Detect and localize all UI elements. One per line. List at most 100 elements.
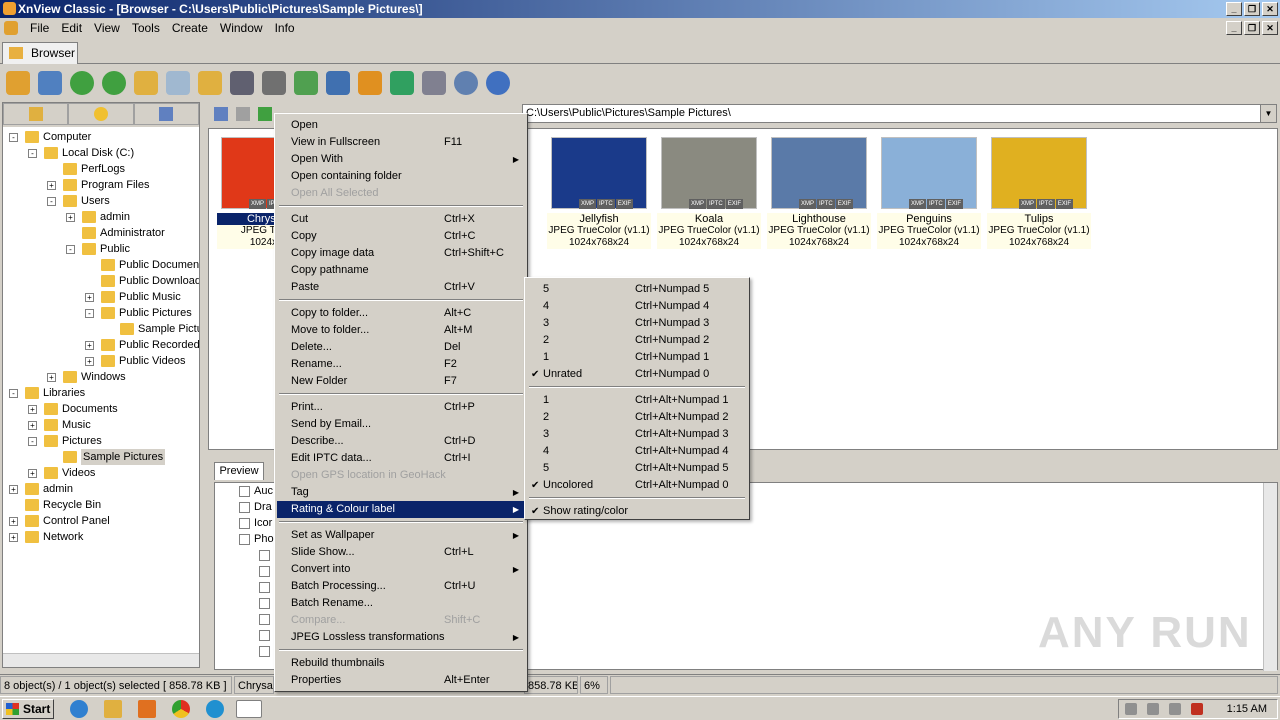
submenu-item[interactable]: ✔ Unrated Ctrl+Numpad 0 — [527, 366, 747, 383]
tree-node[interactable]: - Public — [3, 241, 199, 257]
tree-node[interactable]: + Program Files — [3, 177, 199, 193]
menu-view[interactable]: View — [88, 21, 126, 35]
tree-node[interactable]: + Network — [3, 529, 199, 545]
collapse-icon[interactable]: - — [9, 389, 18, 398]
network-icon[interactable] — [390, 71, 414, 95]
context-menu-item[interactable]: Send by Email... — [277, 416, 525, 433]
context-menu-item[interactable]: Open With ▶ — [277, 151, 525, 168]
expand-icon[interactable]: + — [47, 181, 56, 190]
context-menu-item[interactable]: Copy image data Ctrl+Shift+C — [277, 245, 525, 262]
tree-node[interactable]: - Computer — [3, 129, 199, 145]
tree-node[interactable]: - Public Pictures — [3, 305, 199, 321]
app-menu-icon[interactable] — [4, 21, 18, 35]
volume-icon[interactable] — [1125, 703, 1137, 715]
copy-icon[interactable] — [166, 71, 190, 95]
context-menu-item[interactable]: Convert into ▶ — [277, 561, 525, 578]
submenu-item[interactable]: 4 Ctrl+Numpad 4 — [527, 298, 747, 315]
close-button[interactable]: ✕ — [1262, 2, 1278, 16]
context-menu-item[interactable]: Print... Ctrl+P — [277, 399, 525, 416]
expand-icon[interactable]: + — [85, 357, 94, 366]
tab-preview[interactable]: Preview — [214, 462, 264, 480]
xnview-task-icon[interactable] — [236, 700, 262, 718]
chevron-down-icon[interactable]: ▼ — [1260, 105, 1276, 122]
tab-favorites[interactable] — [68, 103, 134, 125]
move-icon[interactable] — [198, 71, 222, 95]
collapse-icon[interactable]: - — [47, 197, 56, 206]
menu-file[interactable]: File — [24, 21, 55, 35]
fullscreen-icon[interactable] — [38, 71, 62, 95]
tree-node[interactable]: + Windows — [3, 369, 199, 385]
tree-node[interactable]: - Local Disk (C:) — [3, 145, 199, 161]
folder-up-icon[interactable] — [134, 71, 158, 95]
info-vertical-scrollbar[interactable] — [1263, 483, 1277, 671]
flag-icon[interactable] — [1169, 703, 1181, 715]
context-menu-item[interactable]: Copy pathname — [277, 262, 525, 279]
tree-node[interactable]: - Pictures — [3, 433, 199, 449]
menu-window[interactable]: Window — [214, 21, 269, 35]
media-player-icon[interactable] — [138, 700, 156, 718]
submenu-item[interactable]: ✔ Uncolored Ctrl+Alt+Numpad 0 — [527, 477, 747, 494]
info-icon[interactable] — [486, 71, 510, 95]
tree-horizontal-scrollbar[interactable] — [3, 653, 199, 667]
network-tray-icon[interactable] — [1147, 703, 1159, 715]
tree-node[interactable]: PerfLogs — [3, 161, 199, 177]
submenu-item[interactable]: 1 Ctrl+Alt+Numpad 1 — [527, 392, 747, 409]
context-menu-item[interactable]: Copy to folder... Alt+C — [277, 305, 525, 322]
context-menu-item[interactable]: Tag ▶ — [277, 484, 525, 501]
context-menu-item[interactable]: Move to folder... Alt+M — [277, 322, 525, 339]
tree-node[interactable]: + admin — [3, 209, 199, 225]
context-menu-item[interactable]: Set as Wallpaper ▶ — [277, 527, 525, 544]
forward-icon[interactable] — [236, 107, 250, 121]
slideshow-icon[interactable] — [294, 71, 318, 95]
context-menu-item[interactable]: Open — [277, 117, 525, 134]
thumbnail-item[interactable]: XMP IPTC EXIF Tulips JPEG TrueColor (v1.1) 10… — [987, 133, 1091, 249]
submenu-item[interactable]: 4 Ctrl+Alt+Numpad 4 — [527, 443, 747, 460]
tree-node[interactable]: - Users — [3, 193, 199, 209]
submenu-item[interactable]: 2 Ctrl+Alt+Numpad 2 — [527, 409, 747, 426]
tree-node[interactable]: + Public Videos — [3, 353, 199, 369]
collapse-icon[interactable]: - — [28, 149, 37, 158]
submenu-item[interactable]: 2 Ctrl+Numpad 2 — [527, 332, 747, 349]
wallpaper-icon[interactable] — [358, 71, 382, 95]
expand-icon[interactable]: + — [47, 373, 56, 382]
context-menu-item[interactable]: JPEG Lossless transformations ▶ — [277, 629, 525, 646]
collapse-icon[interactable]: - — [9, 133, 18, 142]
path-input[interactable]: C:\Users\Public\Pictures\Sample Pictures… — [522, 104, 1277, 123]
collapse-icon[interactable]: - — [85, 309, 94, 318]
submenu-item[interactable]: 1 Ctrl+Numpad 1 — [527, 349, 747, 366]
expand-icon[interactable]: + — [9, 533, 18, 542]
context-menu-item[interactable]: Rating & Colour label ▶ — [277, 501, 525, 518]
submenu-item[interactable]: 5 Ctrl+Numpad 5 — [527, 281, 747, 298]
submenu-item[interactable]: 3 Ctrl+Numpad 3 — [527, 315, 747, 332]
start-button[interactable]: Start — [2, 699, 54, 719]
menu-info[interactable]: Info — [269, 21, 301, 35]
tree-node[interactable]: Sample Pictures — [3, 449, 199, 465]
tree-node[interactable]: + Videos — [3, 465, 199, 481]
expand-icon[interactable]: + — [9, 517, 18, 526]
context-menu-item[interactable]: New Folder F7 — [277, 373, 525, 390]
submenu-item[interactable]: ✔ Show rating/color — [527, 503, 747, 520]
explorer-icon[interactable] — [104, 700, 122, 718]
context-menu-item[interactable]: View in Fullscreen F11 — [277, 134, 525, 151]
tree-node[interactable]: Administrator — [3, 225, 199, 241]
tab-folders[interactable] — [3, 103, 69, 125]
context-menu-item[interactable]: Describe... Ctrl+D — [277, 433, 525, 450]
thumbnail-item[interactable]: XMP IPTC EXIF Jellyfish JPEG TrueColor (v1.1… — [547, 133, 651, 249]
submenu-item[interactable]: 3 Ctrl+Alt+Numpad 3 — [527, 426, 747, 443]
context-menu-item[interactable]: Batch Rename... — [277, 595, 525, 612]
reload-icon[interactable] — [102, 71, 126, 95]
parent-folder-icon[interactable] — [258, 107, 272, 121]
expand-icon[interactable]: + — [28, 469, 37, 478]
expand-icon[interactable]: + — [28, 421, 37, 430]
minimize-button[interactable]: _ — [1226, 2, 1242, 16]
tree-node[interactable]: Public Documents — [3, 257, 199, 273]
settings-gear-icon[interactable] — [454, 71, 478, 95]
ie-icon[interactable] — [70, 700, 88, 718]
open-icon[interactable] — [6, 71, 30, 95]
context-menu-item[interactable]: Rebuild thumbnails — [277, 655, 525, 672]
menu-edit[interactable]: Edit — [55, 21, 88, 35]
tree-node[interactable]: + Documents — [3, 401, 199, 417]
binoculars-icon[interactable] — [230, 71, 254, 95]
child-close-button[interactable]: ✕ — [1262, 21, 1278, 35]
context-menu-item[interactable]: Cut Ctrl+X — [277, 211, 525, 228]
